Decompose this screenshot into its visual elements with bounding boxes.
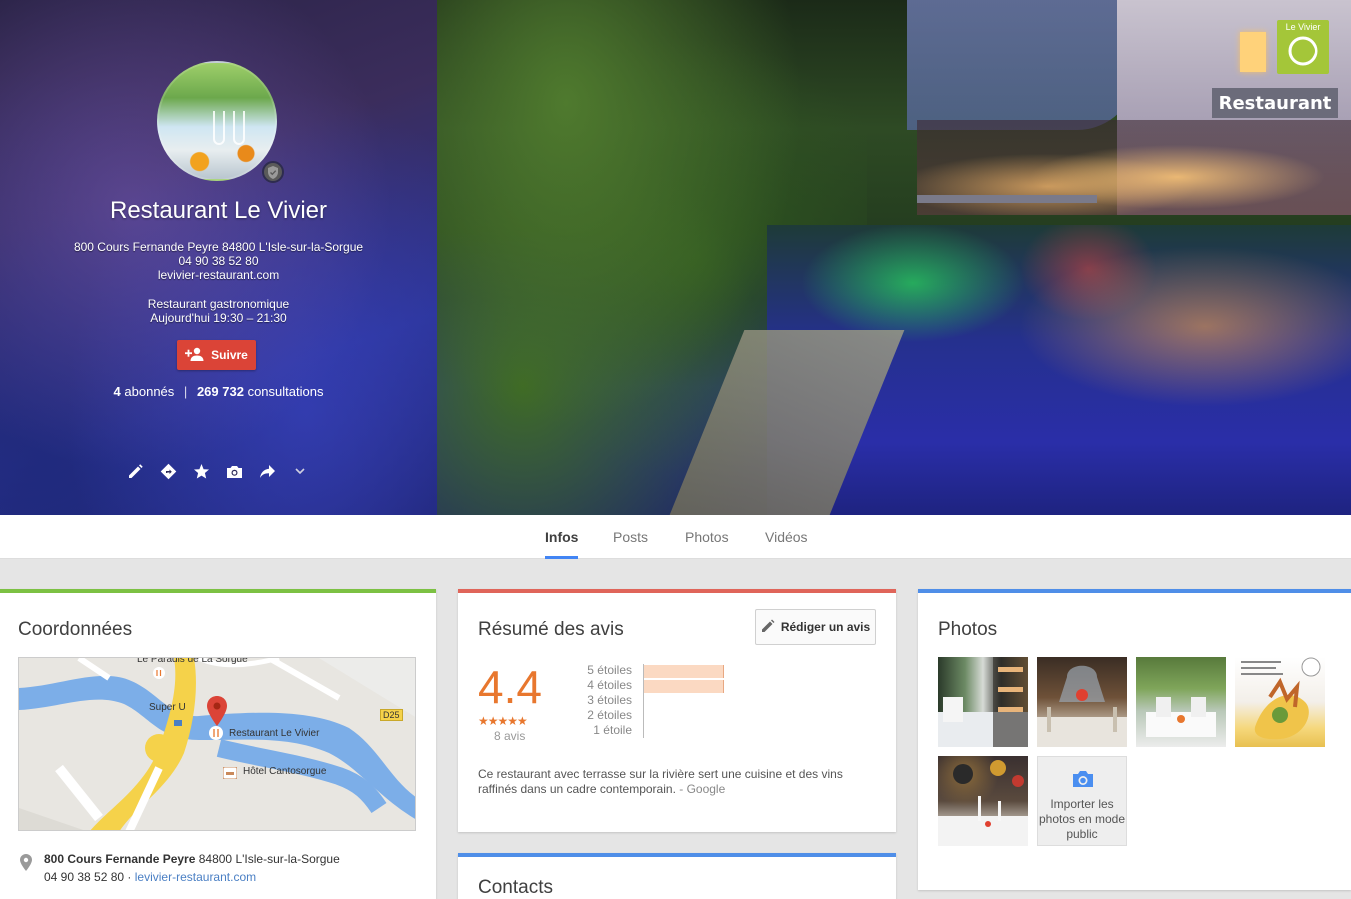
restaurant-icon — [209, 726, 223, 745]
cover-photo[interactable]: Restaurant Le Vivier — [437, 0, 1351, 515]
distribution-label: 2 étoiles — [587, 708, 632, 722]
photo-thumbnail[interactable] — [1136, 657, 1226, 747]
distribution-label: 4 étoiles — [587, 678, 632, 692]
location-map[interactable]: Le Paradis de La Sorgue Super U Restaura… — [18, 657, 416, 831]
star-icon[interactable] — [192, 462, 210, 480]
card-title: Photos — [938, 619, 998, 640]
summary-text: Ce restaurant avec terrasse sur la riviè… — [478, 767, 843, 796]
photo-thumbnail[interactable] — [938, 657, 1028, 747]
phone-number[interactable]: 04 90 38 52 80 — [44, 870, 124, 884]
cover-window — [1240, 32, 1266, 72]
stats-separator: | — [183, 384, 188, 399]
contact-separator: · — [124, 870, 135, 884]
directions-icon[interactable] — [159, 462, 177, 480]
card-title: Contacts — [478, 877, 553, 898]
tab-photos[interactable]: Photos — [685, 515, 729, 559]
upload-photos-label: Importer les photos en mode public — [1038, 797, 1126, 841]
city-address: 84800 L'Isle-sur-la-Sorgue — [195, 852, 340, 866]
card-accent-bar — [918, 589, 1351, 593]
business-category: Restaurant gastronomique — [147, 297, 290, 311]
photo-thumbnail[interactable] — [938, 756, 1028, 846]
map-road-label: D25 — [380, 709, 403, 721]
cover-restaurant-sign: Restaurant — [1212, 88, 1338, 118]
contacts-card: Contacts — [458, 853, 896, 899]
business-website[interactable]: levivier-restaurant.com — [0, 268, 437, 282]
street-address: 800 Cours Fernande Peyre — [44, 852, 196, 866]
rating-stars: ★★★★★ — [478, 714, 528, 728]
hotel-marker-icon — [222, 766, 238, 784]
write-review-button[interactable]: Rédiger un avis — [755, 609, 876, 645]
chevron-down-icon[interactable] — [291, 462, 309, 480]
cover-pier — [917, 195, 1097, 203]
map-label-hotel: Hôtel Cantosorgue — [243, 766, 327, 777]
distribution-label: 5 étoiles — [587, 663, 632, 677]
card-accent-bar — [458, 853, 896, 857]
business-hours: Aujourd'hui 19:30 – 21:30 — [150, 311, 287, 325]
views-count: 269 732 — [196, 384, 244, 399]
tab-videos[interactable]: Vidéos — [765, 515, 808, 559]
cover-logo-text: Le Vivier — [1285, 22, 1321, 32]
card-accent-bar — [458, 589, 896, 593]
location-pin-icon — [20, 854, 32, 876]
map-label-restaurant: Restaurant Le Vivier — [229, 728, 320, 739]
upload-photos-tile[interactable]: Importer les photos en mode public — [1037, 756, 1127, 846]
business-phone[interactable]: 04 90 38 52 80 — [0, 254, 437, 268]
distribution-bar — [644, 680, 724, 693]
camera-icon — [1071, 769, 1095, 793]
cover-section: Restaurant Le Vivier 800 Cours Fernande … — [0, 0, 1351, 515]
review-summary: Ce restaurant avec terrasse sur la riviè… — [478, 767, 878, 797]
profile-stats: 4 abonnés | 269 732 consultations — [0, 384, 437, 399]
shop-marker-icon — [173, 714, 183, 732]
verified-badge-icon — [262, 161, 284, 183]
card-title: Coordonnées — [18, 619, 133, 640]
followers-count: 4 — [113, 384, 121, 399]
glass-decoration — [233, 111, 245, 145]
tab-bar: Infos Posts Photos Vidéos — [0, 515, 1351, 559]
views-label: consultations — [247, 384, 324, 399]
distribution-label: 3 étoiles — [587, 693, 632, 707]
camera-icon[interactable] — [225, 462, 243, 480]
map-label-paradis: Le Paradis de La Sorgue — [137, 657, 248, 665]
review-count[interactable]: 8 avis — [494, 729, 525, 743]
cover-sky — [907, 0, 1137, 130]
cover-logo: Le Vivier — [1277, 20, 1329, 74]
edit-pencil-icon[interactable] — [126, 462, 144, 480]
pencil-icon — [761, 619, 775, 636]
action-bar — [126, 462, 309, 480]
add-person-icon — [185, 347, 205, 364]
distribution-bar — [644, 665, 724, 678]
map-label-superu: Super U — [149, 702, 186, 713]
tab-infos[interactable]: Infos — [545, 515, 579, 559]
photo-thumbnail[interactable] — [1037, 657, 1127, 747]
average-rating: 4.4 — [478, 661, 542, 713]
glass-decoration — [213, 111, 225, 145]
photo-thumbnail[interactable] — [1235, 657, 1325, 747]
share-icon[interactable] — [258, 462, 276, 480]
business-name: Restaurant Le Vivier — [109, 197, 327, 224]
business-address: 800 Cours Fernande Peyre 84800 L'Isle-su… — [73, 240, 364, 254]
restaurant-marker-icon — [153, 666, 165, 684]
coordonnees-card: Coordonnées Le Paradis de La Sorgue Supe… — [0, 589, 436, 899]
card-accent-bar — [0, 589, 436, 593]
summary-source: - Google — [675, 782, 726, 796]
website-link[interactable]: levivier-restaurant.com — [135, 870, 256, 884]
follow-label: Suivre — [211, 348, 248, 362]
card-title: Résumé des avis — [478, 619, 624, 640]
followers-label: abonnés — [124, 384, 175, 399]
write-review-label: Rédiger un avis — [780, 620, 871, 634]
follow-button[interactable]: Suivre — [177, 340, 256, 370]
tab-posts[interactable]: Posts — [613, 515, 648, 559]
address-block: 800 Cours Fernande Peyre 84800 L'Isle-su… — [44, 850, 340, 886]
distribution-label: 1 étoile — [593, 723, 632, 737]
profile-panel: Restaurant Le Vivier 800 Cours Fernande … — [0, 0, 437, 515]
avatar[interactable] — [157, 61, 277, 181]
